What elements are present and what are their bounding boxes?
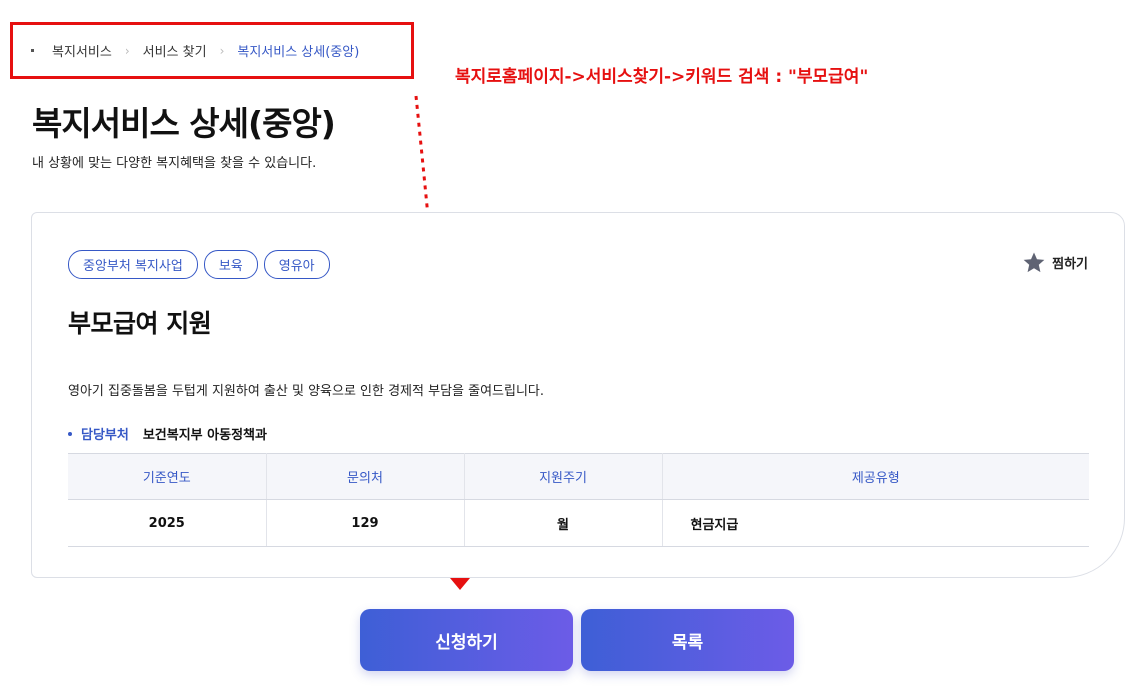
department-row: 담당부처 보건복지부 아동정책과 xyxy=(68,424,267,443)
breadcrumb: 복지서비스 › 서비스 찾기 › 복지서비스 상세(중앙) xyxy=(10,22,414,79)
chevron-right-icon: › xyxy=(124,43,130,58)
cell-support-cycle: 월 xyxy=(464,499,663,547)
cell-contact: 129 xyxy=(266,499,465,547)
service-card: 중앙부처 복지사업 보육 영유아 찜하기 부모급여 지원 영아기 집중돌봄을 두… xyxy=(31,212,1125,578)
bullet-icon xyxy=(68,431,72,436)
service-description: 영아기 집중돌봄을 두텁게 지원하여 출산 및 양육으로 인한 경제적 부담을 … xyxy=(68,384,545,399)
apply-button[interactable]: 신청하기 xyxy=(360,609,573,671)
tag-central-ministry[interactable]: 중앙부처 복지사업 xyxy=(68,250,198,279)
table-row: 2025 129 월 현금지급 xyxy=(68,499,1089,547)
service-title: 부모급여 지원 xyxy=(68,309,212,338)
header-contact: 문의처 xyxy=(266,453,465,500)
service-info-table: 기준연도 문의처 지원주기 제공유형 2025 129 월 현금지급 xyxy=(68,453,1089,547)
list-button[interactable]: 목록 xyxy=(581,609,794,671)
header-provision-type: 제공유형 xyxy=(662,453,1089,500)
page-title: 복지서비스 상세(중앙) xyxy=(32,104,336,143)
chevron-right-icon: › xyxy=(219,43,225,58)
tag-list: 중앙부처 복지사업 보육 영유아 xyxy=(68,250,330,279)
page-description: 내 상황에 맞는 다양한 복지혜택을 찾을 수 있습니다. xyxy=(32,156,317,171)
breadcrumb-item-current: 복지서비스 상세(중앙) xyxy=(237,45,360,60)
cell-provision-type: 현금지급 xyxy=(662,499,1089,547)
favorite-label: 찜하기 xyxy=(1052,257,1088,272)
department-value: 보건복지부 아동정책과 xyxy=(142,428,267,443)
tag-infant[interactable]: 영유아 xyxy=(263,250,330,279)
header-base-year: 기준연도 xyxy=(68,453,267,500)
favorite-button[interactable]: 찜하기 xyxy=(1022,251,1088,274)
cell-base-year: 2025 xyxy=(68,499,267,547)
tag-childcare[interactable]: 보육 xyxy=(203,250,258,279)
department-label: 담당부처 xyxy=(81,428,129,443)
breadcrumb-item-welfare-service[interactable]: 복지서비스 xyxy=(52,41,112,60)
table-header-row: 기준연도 문의처 지원주기 제공유형 xyxy=(68,453,1089,500)
header-support-cycle: 지원주기 xyxy=(464,453,663,500)
star-icon xyxy=(1023,252,1045,273)
annotation-text: 복지로홈페이지->서비스찾기->키워드 검색 : "부모급여" xyxy=(455,67,869,87)
breadcrumb-item-service-search[interactable]: 서비스 찾기 xyxy=(143,41,207,60)
home-bullet-icon xyxy=(31,49,34,52)
